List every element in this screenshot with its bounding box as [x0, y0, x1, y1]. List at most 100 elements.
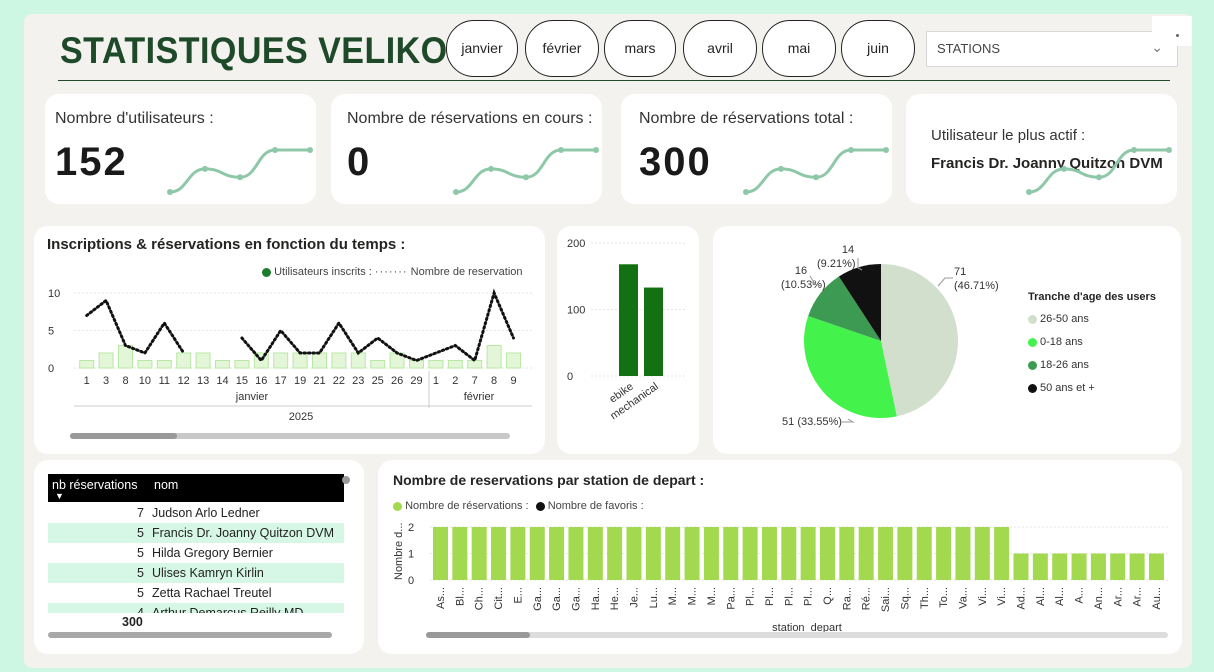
- bar: [723, 527, 739, 580]
- bar: [587, 527, 603, 580]
- scrollbar-thumb[interactable]: [70, 433, 177, 439]
- legend-dot-icon: [1028, 337, 1037, 347]
- table-row[interactable]: 5 Hilda Gregory Bernier: [48, 543, 344, 563]
- x-tick-label: 16: [255, 375, 267, 387]
- pie-legend-item[interactable]: 26-50 ans: [1028, 308, 1095, 331]
- pie-legend-item[interactable]: 50 ans et +: [1028, 377, 1095, 400]
- visual-header-area: [1152, 16, 1192, 46]
- bar: [1129, 553, 1145, 580]
- pie-data-label: (9.21%): [817, 258, 856, 270]
- x-tick-label: Ré...: [861, 587, 873, 610]
- column-header-name[interactable]: nom: [154, 478, 178, 492]
- kpi-card-total-reservations: Nombre de réservations total : 300: [621, 94, 892, 204]
- bar: [645, 527, 661, 580]
- kpi-label: Nombre de réservations en cours :: [347, 110, 593, 127]
- table-scroll-indicator[interactable]: [342, 476, 350, 484]
- y-tick-label: 0: [567, 371, 573, 383]
- scrollbar-thumb[interactable]: [426, 632, 530, 638]
- sparkline-point: [813, 174, 819, 181]
- user-name-cell: Arthur Demarcus Reilly MD: [152, 606, 304, 613]
- user-name-cell: Hilda Gregory Bernier: [152, 546, 273, 560]
- x-tick-label: 25: [372, 375, 384, 387]
- sparkline-point: [202, 165, 208, 172]
- x-tick-label: Ch...: [474, 587, 486, 610]
- month-button-juin[interactable]: juin: [841, 20, 915, 77]
- y-tick-label: 200: [567, 238, 585, 250]
- x-tick-label: As...: [435, 587, 447, 609]
- station-scrollbar[interactable]: [426, 632, 1168, 638]
- x-tick-label: 23: [352, 375, 364, 387]
- page-title: STATISTIQUES VELIKO :: [60, 30, 470, 71]
- kpi-label: Nombre de réservations total :: [639, 110, 854, 127]
- timeline-chart: 10501 3 8 10 11 12 13 14 15 16 17 19 21 22 23 25 26 29 1 2 7…: [48, 288, 532, 423]
- bar: [607, 527, 623, 580]
- x-tick-label: 26: [391, 375, 403, 387]
- kpi-label: Utilisateur le plus actif :: [931, 127, 1086, 144]
- x-tick-label: Ra...: [841, 587, 853, 610]
- bar: [312, 352, 327, 369]
- stations-dropdown[interactable]: STATIONS ⌄: [926, 31, 1178, 67]
- pie-data-label: 14: [842, 244, 854, 256]
- kpi-card-active-reservations: Nombre de réservations en cours : 0: [331, 94, 602, 204]
- month-button-mars[interactable]: mars: [604, 20, 676, 77]
- table-row[interactable]: 4 Arthur Demarcus Reilly MD: [48, 603, 344, 613]
- sparkline-point: [272, 147, 278, 153]
- month-button-fevrier[interactable]: février: [525, 20, 599, 77]
- x-tick-label: 3: [103, 375, 109, 387]
- x-tick-label: Th...: [919, 587, 931, 609]
- timeline-scrollbar[interactable]: [70, 433, 510, 439]
- column-header-reservations[interactable]: nb réservations: [52, 478, 137, 492]
- pie-legend-item[interactable]: 0-18 ans: [1028, 331, 1095, 354]
- y-tick-label: 100: [567, 305, 585, 317]
- sparkline-point: [167, 189, 173, 195]
- table-row[interactable]: 5 Ulises Kamryn Kirlin: [48, 563, 344, 583]
- bike-type-chart: 2001000ebikemechanical: [567, 238, 687, 422]
- reservation-count-cell: 5: [137, 546, 144, 560]
- month-button-janvier[interactable]: janvier: [446, 20, 518, 77]
- x-tick-label: Au...: [1151, 587, 1163, 610]
- timeline-chart-card: Inscriptions & réservations en fonction …: [34, 226, 545, 454]
- x-tick-label: Ar...: [1132, 587, 1144, 607]
- bar: [452, 527, 468, 580]
- table-row[interactable]: 5 Francis Dr. Joanny Quitzon DVM: [48, 523, 344, 543]
- x-tick-label: Ha...: [590, 587, 602, 610]
- sparkline: [743, 147, 889, 195]
- x-tick-label: Je...: [629, 587, 641, 608]
- x-tick-label: 14: [216, 375, 228, 387]
- table-scrollbar[interactable]: [48, 632, 332, 638]
- table-row[interactable]: 7 Judson Arlo Ledner: [48, 503, 344, 523]
- pie-legend-item[interactable]: 18-26 ans: [1028, 354, 1095, 377]
- bar: [486, 345, 502, 369]
- x-tick-label: 10: [139, 375, 151, 387]
- y-tick-label: 0: [48, 363, 54, 375]
- reservation-line: [240, 288, 515, 364]
- sort-down-icon[interactable]: ▼: [55, 491, 64, 501]
- bar: [820, 527, 835, 580]
- sparkline: [167, 147, 313, 195]
- x-tick-label: 22: [333, 375, 345, 387]
- leader-line: [937, 277, 953, 287]
- x-tick-label: 29: [410, 375, 422, 387]
- bar: [936, 527, 952, 580]
- bar: [471, 527, 487, 580]
- bar: [350, 352, 366, 369]
- x-tick-label: Pl...: [745, 587, 757, 606]
- sparkline: [1026, 147, 1172, 195]
- x-tick-label: Vi...: [996, 587, 1008, 606]
- bar: [858, 527, 874, 580]
- x-tick-label: 13: [197, 375, 209, 387]
- pie-legend: 26-50 ans 0-18 ans 18-26 ans 50 ans et +: [1028, 308, 1095, 400]
- bar: [916, 527, 932, 580]
- bar: [1032, 553, 1048, 580]
- x-tick-label: Pa...: [725, 587, 737, 610]
- table-total: 300: [122, 615, 143, 629]
- x-tick-label: Ad...: [1016, 587, 1028, 610]
- user-name-cell: Zetta Rachael Treutel: [152, 586, 272, 600]
- year-label: 2025: [289, 411, 313, 423]
- month-button-avril[interactable]: avril: [683, 20, 757, 77]
- more-options-icon[interactable]: [1176, 34, 1179, 37]
- bar: [331, 352, 347, 369]
- leader-line: [841, 418, 855, 423]
- table-row[interactable]: 5 Zetta Rachael Treutel: [48, 583, 344, 603]
- month-button-mai[interactable]: mai: [762, 20, 836, 77]
